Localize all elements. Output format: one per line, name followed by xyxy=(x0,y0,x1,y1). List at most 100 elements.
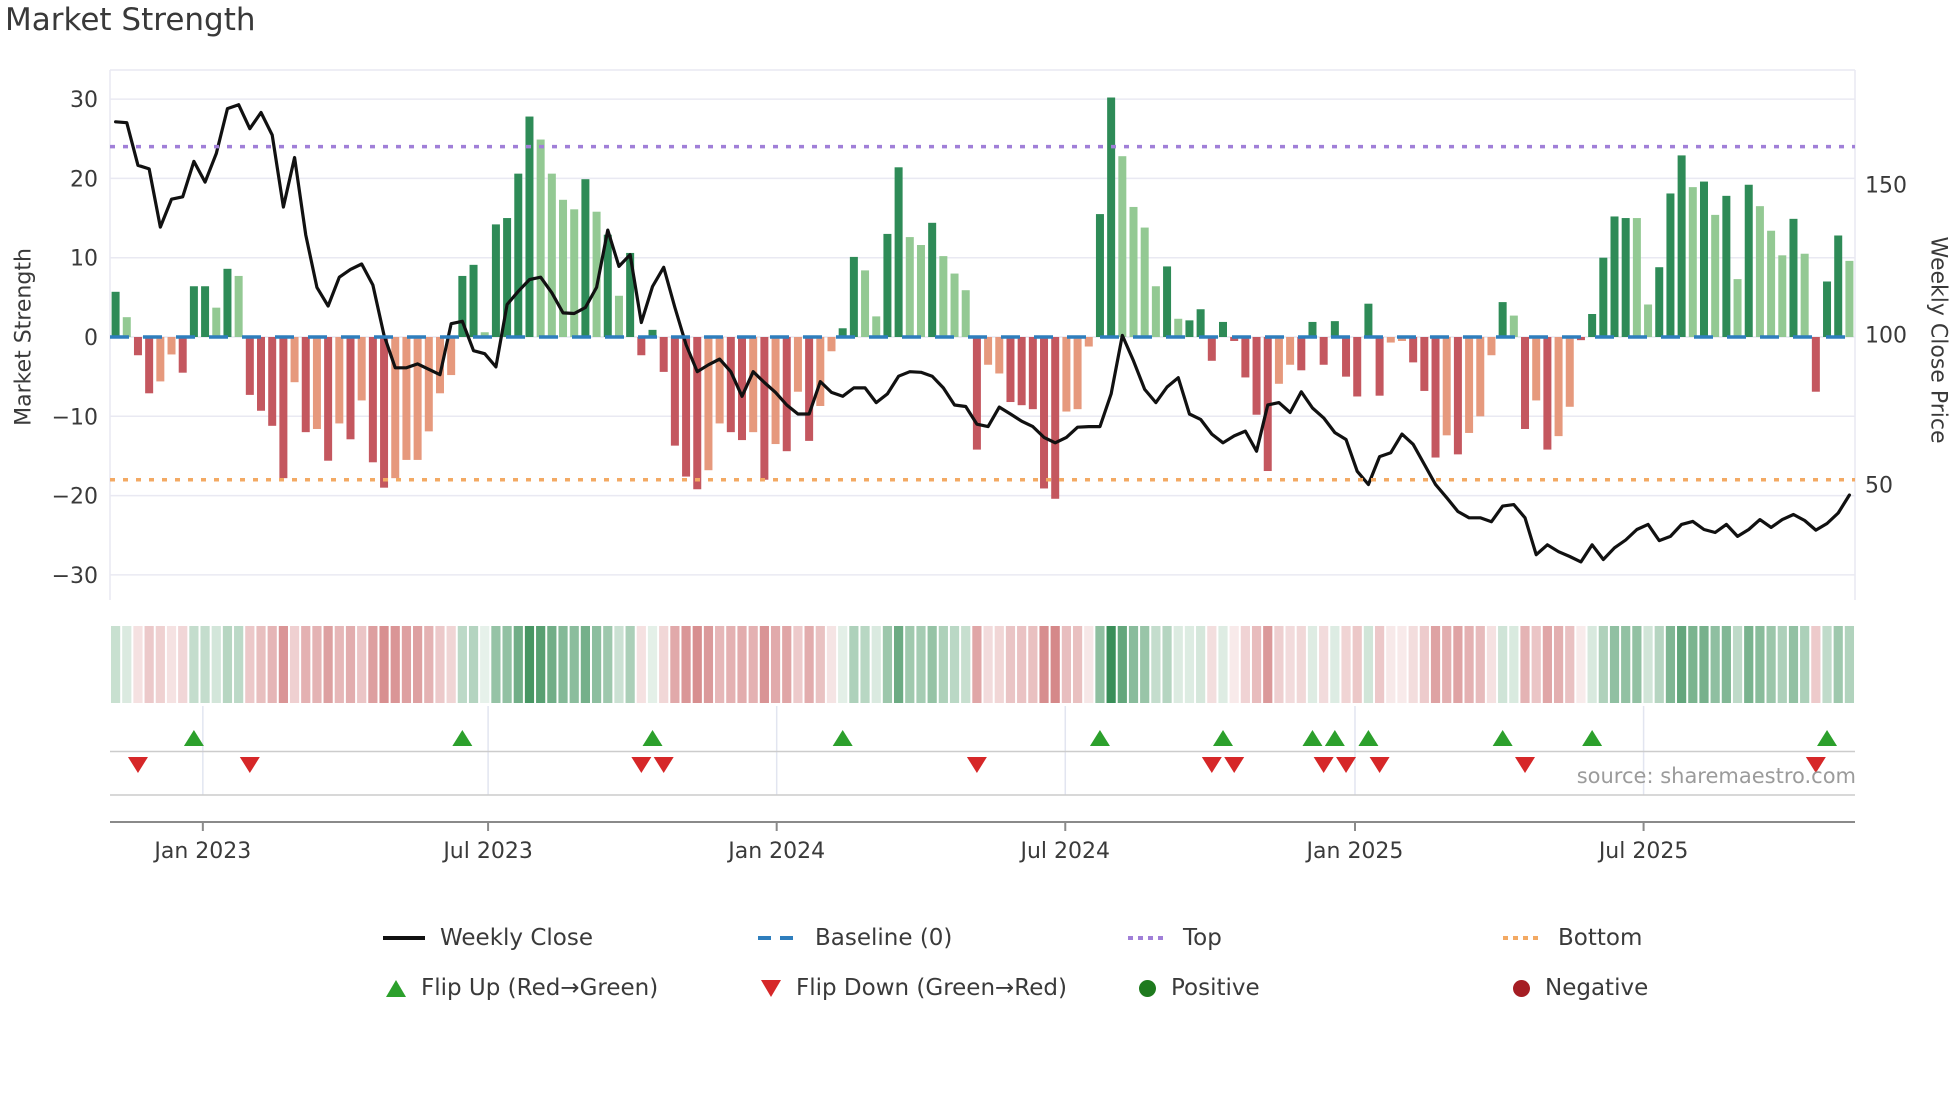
heatmap-cell xyxy=(647,626,658,703)
heatmap-cell xyxy=(882,626,893,703)
heatmap-cell xyxy=(1330,626,1340,703)
strength-bar-positive xyxy=(1688,187,1697,337)
strength-bar-negative xyxy=(637,337,646,356)
heatmap-cell xyxy=(849,626,859,703)
legend-label: Negative xyxy=(1545,975,1649,1001)
heatmap-cell xyxy=(972,626,982,703)
heatmap-cell xyxy=(345,626,356,703)
strength-bar-negative xyxy=(335,337,344,424)
strength-bar-positive xyxy=(1196,309,1205,337)
heatmap-cell xyxy=(1486,626,1497,703)
legend-label: Flip Up (Red→Green) xyxy=(421,975,659,1001)
heatmap-cell xyxy=(1285,626,1295,703)
left-axis-tick-label: 30 xyxy=(70,88,98,113)
strength-bar-positive xyxy=(559,199,568,337)
heatmap-cell xyxy=(122,626,132,703)
heatmap-cell xyxy=(1844,626,1855,703)
strength-bar-positive xyxy=(883,233,892,337)
heatmap-cell xyxy=(1677,626,1687,703)
heatmap-cell xyxy=(1386,626,1396,703)
strength-bar-negative xyxy=(413,337,422,460)
left-axis-title: Market Strength xyxy=(11,248,37,426)
x-axis-tick-label: Jul 2023 xyxy=(441,839,533,864)
heatmap-cell xyxy=(1688,626,1698,703)
strength-bar-negative xyxy=(1811,337,1820,392)
strength-bar-positive xyxy=(1789,218,1798,337)
strength-bar-positive xyxy=(1610,216,1619,337)
strength-bar-positive xyxy=(872,316,881,337)
strength-bar-positive xyxy=(223,268,232,337)
heatmap-cell xyxy=(1352,626,1362,703)
strength-bar-negative xyxy=(1465,337,1474,433)
heatmap-cell xyxy=(234,626,244,703)
strength-bar-positive xyxy=(1588,314,1597,337)
heatmap-cell xyxy=(1822,626,1832,703)
heatmap-cell xyxy=(1531,626,1541,703)
heatmap-cell xyxy=(894,626,904,703)
heatmap-cell xyxy=(838,626,848,703)
legend-item-weekly-close: Weekly Close xyxy=(383,918,593,958)
heatmap-cell xyxy=(1665,626,1676,703)
strength-bar-positive xyxy=(212,307,221,337)
heatmap-cell xyxy=(1699,626,1709,703)
heatmap-cell xyxy=(1274,626,1284,703)
strength-bar-positive xyxy=(1174,318,1183,337)
strength-bar-negative xyxy=(1073,337,1082,410)
legend-label: Positive xyxy=(1171,975,1260,1001)
heatmap-cell xyxy=(1811,626,1821,703)
strength-bar-negative xyxy=(268,337,277,426)
strength-bar-negative xyxy=(670,337,679,446)
strength-bar-positive xyxy=(1666,193,1675,337)
strength-bar-negative xyxy=(402,337,411,460)
top-dotted-swatch xyxy=(1128,936,1168,940)
strength-bar-negative xyxy=(1442,337,1451,436)
flip-up-triangle-icon xyxy=(386,979,406,997)
heatmap-cell xyxy=(636,626,646,703)
strength-bar-positive xyxy=(894,167,903,337)
heatmap-cell xyxy=(446,626,456,703)
strength-bar-negative xyxy=(133,337,142,356)
strength-bar-negative xyxy=(1565,337,1574,407)
heatmap-cell xyxy=(211,626,221,703)
right-axis-title: Weekly Close Price xyxy=(1925,236,1951,444)
strength-bar-negative xyxy=(178,337,187,373)
legend-label: Weekly Close xyxy=(440,925,593,951)
strength-bar-positive xyxy=(1308,321,1317,337)
heatmap-cell xyxy=(1341,626,1351,703)
heatmap-cell xyxy=(502,626,512,703)
strength-bar-positive xyxy=(939,256,948,337)
heatmap-cell xyxy=(1475,626,1485,703)
bottom-dotted-swatch xyxy=(1503,936,1543,940)
heatmap-cell xyxy=(1319,626,1329,703)
x-axis-tick-label: Jan 2024 xyxy=(726,839,825,864)
flip-up-marker xyxy=(1358,730,1379,746)
heatmap-cell xyxy=(1732,626,1743,703)
heatmap-cell xyxy=(200,626,210,703)
heatmap-cell xyxy=(815,626,825,703)
heatmap-cell xyxy=(144,626,154,703)
strength-bar-positive xyxy=(916,245,925,337)
heatmap-cell xyxy=(927,626,937,703)
heatmap-cell xyxy=(1498,626,1508,703)
heatmap-cell xyxy=(1654,626,1664,703)
heatmap-cell xyxy=(1151,626,1161,703)
heatmap-cell xyxy=(468,626,479,703)
strength-bar-positive xyxy=(849,256,858,337)
heatmap-cell xyxy=(334,626,344,703)
strength-bar-negative xyxy=(1207,337,1216,361)
strength-bar-positive xyxy=(1185,320,1194,337)
flip-up-marker xyxy=(1302,730,1323,746)
strength-bar-positive xyxy=(1330,321,1339,337)
strength-bar-positive xyxy=(961,290,970,337)
left-axis-tick-label: −10 xyxy=(52,405,98,430)
strength-bar-negative xyxy=(257,337,266,411)
heatmap-cell xyxy=(301,626,311,703)
strength-bar-positive xyxy=(1599,257,1608,337)
heatmap-cell xyxy=(524,626,535,703)
heatmap-cell xyxy=(1587,626,1597,703)
heatmap-cell xyxy=(1039,626,1049,703)
strength-bar-positive xyxy=(1644,304,1653,337)
strength-bar-positive xyxy=(1095,214,1104,337)
flip-up-marker xyxy=(1492,730,1513,746)
strength-bar-negative xyxy=(816,337,825,406)
